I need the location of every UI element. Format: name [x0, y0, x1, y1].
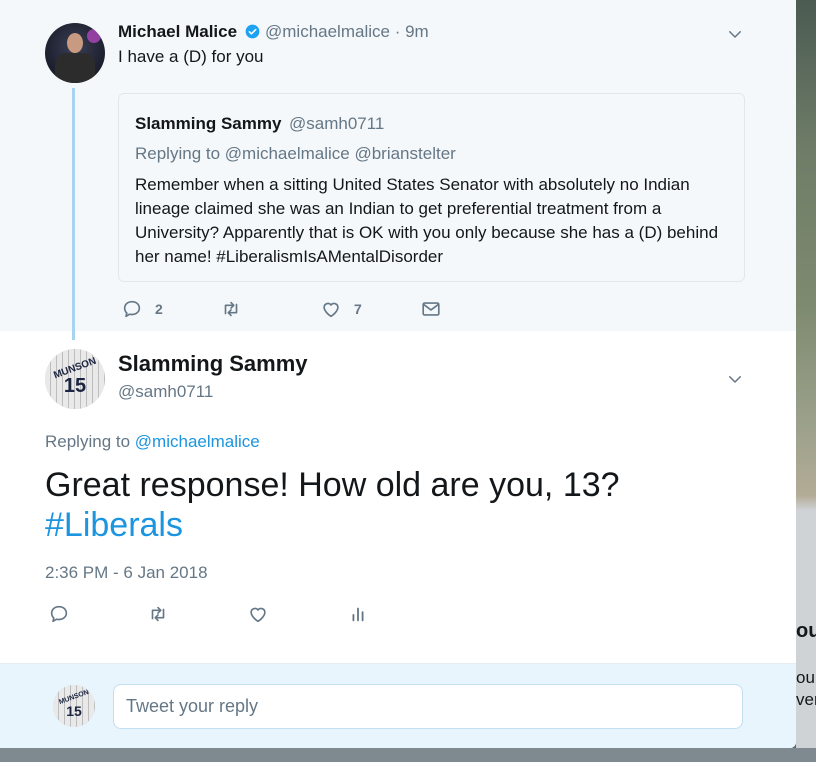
mention-link[interactable]: @michaelmalice [135, 432, 260, 451]
quoted-replying-to: Replying to @michaelmalice @brianstelter [135, 144, 456, 163]
avatar: MUNSON 15 [53, 685, 95, 727]
like-button[interactable]: 7 [320, 298, 362, 320]
retweet-icon [151, 606, 165, 622]
reply-input[interactable] [113, 684, 743, 729]
quoted-author-name: Slamming Sammy [135, 114, 282, 133]
chevron-down-icon[interactable] [726, 370, 744, 388]
reply-icon [123, 300, 141, 318]
avatar[interactable]: MUNSON 15 [45, 349, 105, 409]
retweet-icon [224, 301, 238, 317]
tweet-actions [45, 603, 445, 631]
direct-message-button[interactable] [420, 298, 442, 320]
background-text: ou [796, 620, 816, 642]
tweet-modal: Michael Malice @michaelmalice · 9m I hav… [0, 0, 796, 748]
avatar[interactable] [45, 23, 105, 83]
tweet-text: I have a (D) for you [118, 47, 264, 66]
background-page: ou our ver [796, 0, 816, 762]
hashtag-link[interactable]: #Liberals [45, 506, 183, 544]
tweet-time[interactable]: · 9m [395, 22, 429, 41]
background-bottom [0, 748, 816, 762]
heart-icon [250, 607, 266, 623]
analytics-button[interactable] [347, 603, 369, 625]
thread-line [72, 88, 75, 340]
background-text: ver [796, 690, 816, 709]
chevron-down-icon[interactable] [726, 25, 744, 43]
ancestor-tweet[interactable]: Michael Malice @michaelmalice · 9m I hav… [0, 0, 796, 331]
reply-icon [50, 605, 68, 623]
analytics-icon [352, 607, 364, 622]
author-name[interactable]: Michael Malice [118, 22, 237, 42]
verified-badge-icon [245, 24, 260, 39]
reply-button[interactable]: 2 [121, 298, 163, 320]
heart-icon [323, 302, 339, 318]
like-count: 7 [354, 301, 362, 317]
quoted-tweet[interactable]: Slamming Sammy @samh0711 Replying to @mi… [118, 93, 745, 282]
tweet-timestamp[interactable]: 2:36 PM - 6 Jan 2018 [45, 563, 208, 583]
quoted-text: Remember when a sitting United States Se… [135, 175, 719, 266]
like-button[interactable] [247, 603, 269, 625]
retweet-button[interactable] [147, 603, 169, 625]
tweet-text: Great response! How old are you, 13? #Li… [45, 466, 620, 544]
author-handle[interactable]: @samh0711 [118, 382, 213, 402]
reply-count: 2 [155, 301, 163, 317]
background-text: our [796, 668, 816, 687]
author-handle[interactable]: @michaelmalice · 9m [265, 22, 429, 42]
tweet-actions: 2 7 [118, 298, 518, 324]
envelope-icon [422, 302, 440, 316]
retweet-button[interactable] [220, 298, 254, 320]
author-name[interactable]: Slamming Sammy [118, 351, 308, 377]
quoted-author-handle: @samh0711 [289, 114, 385, 133]
reply-button[interactable] [48, 603, 70, 625]
replying-to: Replying to @michaelmalice [45, 432, 260, 451]
